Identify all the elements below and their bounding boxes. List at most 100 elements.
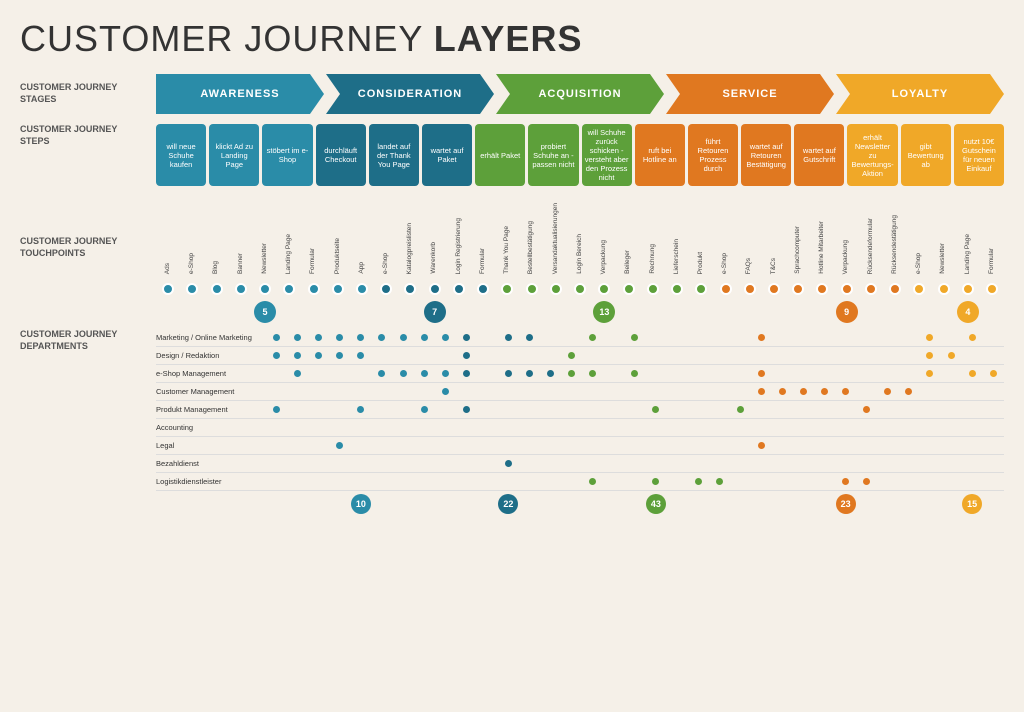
tp-count-cell-4: 5 [253, 301, 277, 323]
tp-dot-26 [792, 283, 804, 295]
tp-label-1: e-Shop [180, 253, 204, 276]
dept-dot-cell-0-7 [414, 330, 435, 346]
dept-dot-0-23 [758, 334, 765, 341]
dept-dot-cell-6-10 [477, 438, 498, 454]
dept-dot-cell-4-4 [350, 402, 371, 418]
dept-dot-cell-4-25 [793, 402, 814, 418]
dept-dot-cell-5-32 [941, 420, 962, 436]
dept-dot-cell-8-33 [962, 474, 983, 490]
dept-dot-cell-4-2 [308, 402, 329, 418]
dept-dot-cell-1-10 [477, 348, 498, 364]
dept-dot-cell-7-33 [962, 456, 983, 472]
tp-dot-22 [695, 283, 707, 295]
dept-dot-cell-7-6 [392, 456, 413, 472]
dept-dot-cell-6-14 [561, 438, 582, 454]
dept-dot-cell-2-10 [477, 366, 498, 382]
dept-dot-cell-1-1 [287, 348, 308, 364]
tp-dot-27 [816, 283, 828, 295]
dept-dot-4-22 [737, 406, 744, 413]
dept-dot-cell-0-9 [456, 330, 477, 346]
tp-dot-cell-2 [204, 280, 228, 298]
tp-dot-7 [332, 283, 344, 295]
dept-count-cell-32 [941, 494, 962, 514]
tp-label-33: Landing Page [956, 234, 980, 276]
dept-count-cell-6 [392, 494, 413, 514]
dept-dot-cell-5-25 [793, 420, 814, 436]
dept-count-cell-4: 10 [350, 494, 371, 514]
dept-dot-cell-3-31 [919, 384, 940, 400]
dept-dot-cell-2-30 [898, 366, 919, 382]
dept-dot-cell-7-31 [919, 456, 940, 472]
tp-count-badge-4: 5 [254, 301, 276, 323]
dept-count-badge-4: 10 [351, 494, 371, 514]
tp-labels: Adse-ShopBlogBannerNewsletterLanding Pag… [156, 196, 1004, 276]
dept-dot-cell-0-26 [814, 330, 835, 346]
dept-dot-cell-3-21 [709, 384, 730, 400]
dept-dot-cell-5-11 [498, 420, 519, 436]
dept-dot-cell-7-29 [877, 456, 898, 472]
dept-dot-cell-0-14 [561, 330, 582, 346]
dept-dots-3 [266, 384, 1004, 400]
dept-dot-cell-2-11 [498, 366, 519, 382]
touchpoints-label: CUSTOMER JOURNEY TOUCHPOINTS [20, 196, 150, 259]
dept-row-2: e-Shop Management [156, 365, 1004, 383]
dept-count-cell-10 [477, 494, 498, 514]
tp-label-12: Login Registrierung [447, 218, 471, 276]
tp-dot-cell-19 [616, 280, 640, 298]
dept-count-cell-5 [371, 494, 392, 514]
dept-dot-cell-0-23 [751, 330, 772, 346]
dept-dot-cell-4-12 [519, 402, 540, 418]
dept-dot-cell-8-6 [392, 474, 413, 490]
dept-dot-cell-3-16 [603, 384, 624, 400]
dept-dot-cell-6-18 [645, 438, 666, 454]
dept-dot-2-31 [926, 370, 933, 377]
tp-dot-cell-21 [665, 280, 689, 298]
dept-dot-cell-0-19 [666, 330, 687, 346]
dept-dot-cell-2-5 [371, 366, 392, 382]
steps-row: CUSTOMER JOURNEY STEPS will neue Schuhe … [20, 124, 1004, 186]
dept-dot-cell-0-5 [371, 330, 392, 346]
dept-count-cell-18: 43 [645, 494, 666, 514]
dept-row-4: Produkt Management [156, 401, 1004, 419]
dept-dot-cell-8-23 [751, 474, 772, 490]
tp-dot-cell-3 [229, 280, 253, 298]
tp-dot-cell-20 [641, 280, 665, 298]
dept-dot-cell-3-15 [582, 384, 603, 400]
dept-dot-2-23 [758, 370, 765, 377]
dept-dot-cell-5-30 [898, 420, 919, 436]
dept-dot-cell-1-13 [540, 348, 561, 364]
tp-label-14: Thank You Page [495, 226, 519, 276]
dept-dot-cell-1-15 [582, 348, 603, 364]
steps-cards: will neue Schuhe kaufenklickt Ad zu Land… [156, 124, 1004, 186]
dept-dot-cell-6-31 [919, 438, 940, 454]
dept-dot-cell-1-12 [519, 348, 540, 364]
dept-dots-4 [266, 402, 1004, 418]
dept-dot-cell-4-28 [856, 402, 877, 418]
dept-dot-cell-4-23 [751, 402, 772, 418]
dept-dot-cell-5-10 [477, 420, 498, 436]
tp-dot-9 [380, 283, 392, 295]
dept-dot-cell-0-0 [266, 330, 287, 346]
dept-dot-cell-1-21 [709, 348, 730, 364]
dept-dot-cell-7-17 [624, 456, 645, 472]
tp-count-badge-33: 4 [957, 301, 979, 323]
dept-dot-cell-3-8 [435, 384, 456, 400]
dept-dot-cell-4-27 [835, 402, 856, 418]
dept-dot-cell-3-19 [666, 384, 687, 400]
tp-dot-29 [865, 283, 877, 295]
tp-dot-cell-14 [495, 280, 519, 298]
step-card-3: durchläuft Checkout [316, 124, 366, 186]
stages-row: CUSTOMER JOURNEY STAGES AWARENESSCONSIDE… [20, 74, 1004, 114]
dept-dot-cell-3-5 [371, 384, 392, 400]
dept-row-8: Logistikdienstleister [156, 473, 1004, 491]
dept-dots-7 [266, 456, 1004, 472]
dept-dot-cell-8-18 [645, 474, 666, 490]
dept-dot-2-14 [568, 370, 575, 377]
dept-dot-cell-2-31 [919, 366, 940, 382]
dept-count-cell-0 [266, 494, 287, 514]
tp-count-badge-18: 13 [593, 301, 615, 323]
dept-dot-cell-2-6 [392, 366, 413, 382]
touchpoints-main: Adse-ShopBlogBannerNewsletterLanding Pag… [156, 196, 1004, 323]
dept-dot-0-4 [357, 334, 364, 341]
tp-dot-21 [671, 283, 683, 295]
